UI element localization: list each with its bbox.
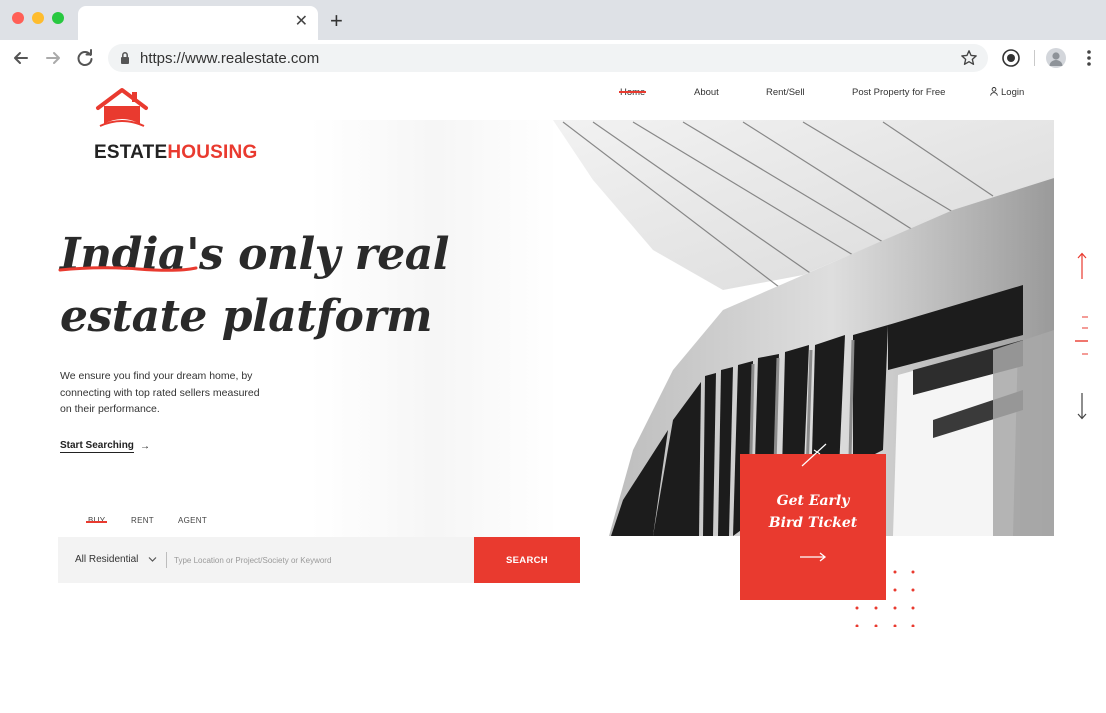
tab-rent[interactable]: RENT bbox=[131, 516, 154, 525]
close-icon[interactable]: ✕ bbox=[295, 14, 308, 30]
arrow-right-icon[interactable]: → bbox=[140, 441, 150, 452]
ticket-line1: Get Early bbox=[776, 493, 850, 509]
decorative-line-icon bbox=[801, 443, 827, 467]
avatar[interactable] bbox=[1046, 48, 1066, 68]
tab-agent[interactable]: AGENT bbox=[178, 516, 207, 525]
category-select-value: All Residential bbox=[75, 554, 139, 565]
browser-tab[interactable]: ✕ bbox=[78, 6, 318, 40]
reload-icon[interactable] bbox=[74, 47, 96, 69]
search-button[interactable]: SEARCH bbox=[474, 537, 580, 583]
logo-wordmark: ESTATEHOUSING bbox=[94, 142, 257, 164]
star-icon[interactable] bbox=[960, 49, 978, 67]
nav-login-label: Login bbox=[1001, 87, 1025, 98]
menu-icon[interactable] bbox=[1080, 48, 1098, 68]
url-text[interactable]: https://www.realestate.com bbox=[140, 50, 319, 67]
hero-headline: India's only real estate platform bbox=[58, 224, 480, 348]
landing-page: ESTATEHOUSING Home About Rent/Sell Post … bbox=[0, 76, 1106, 713]
address-bar[interactable]: https://www.realestate.com bbox=[108, 44, 988, 72]
browser-toolbar: https://www.realestate.com bbox=[0, 40, 1106, 76]
forward-icon[interactable] bbox=[42, 47, 64, 69]
hero-line1-rest: only real bbox=[223, 229, 449, 280]
property-search-bar: All Residential SEARCH bbox=[58, 537, 580, 583]
hero-headline-line2: estate platform bbox=[60, 291, 433, 342]
plus-icon[interactable]: + bbox=[330, 10, 343, 32]
user-icon bbox=[1049, 52, 1063, 66]
window-maximize-dot[interactable] bbox=[52, 12, 64, 24]
start-searching-link[interactable]: Start Searching bbox=[60, 440, 134, 453]
ticket-title: Get Early Bird Ticket bbox=[740, 490, 886, 534]
tab-buy[interactable]: BUY bbox=[85, 516, 108, 525]
window-close-dot[interactable] bbox=[12, 12, 24, 24]
nav-rent-sell[interactable]: Rent/Sell bbox=[766, 87, 805, 98]
hero-headline-line1: India's only real bbox=[58, 224, 480, 286]
arrow-down-icon[interactable] bbox=[1077, 392, 1087, 420]
ticket-line2: Bird Ticket bbox=[768, 515, 858, 531]
logo-text-estate: ESTATE bbox=[94, 142, 168, 163]
nav-home[interactable]: Home bbox=[620, 87, 645, 98]
highlighted-word: India's bbox=[58, 229, 224, 280]
toolbar-divider bbox=[1034, 50, 1035, 66]
search-input[interactable] bbox=[174, 550, 464, 570]
nav-home-label: Home bbox=[620, 87, 646, 98]
red-underline-scribble bbox=[58, 266, 198, 272]
slide-pagination[interactable] bbox=[1074, 314, 1090, 360]
dot-pattern-decoration bbox=[855, 570, 915, 627]
nav-about[interactable]: About bbox=[694, 87, 719, 98]
site-logo[interactable]: ESTATEHOUSING bbox=[94, 84, 264, 163]
lock-icon bbox=[121, 52, 129, 64]
nav-login[interactable]: Login bbox=[990, 87, 1024, 98]
arrow-right-icon[interactable] bbox=[799, 552, 827, 562]
house-logo-icon bbox=[96, 88, 148, 127]
category-select[interactable]: All Residential bbox=[58, 537, 166, 583]
back-icon[interactable] bbox=[10, 47, 32, 69]
search-divider bbox=[166, 552, 167, 568]
hero-description: We ensure you find your dream home, by c… bbox=[60, 370, 260, 415]
logo-text-housing: HOUSING bbox=[167, 142, 258, 163]
extension-icon[interactable] bbox=[1001, 48, 1021, 68]
window-minimize-dot[interactable] bbox=[32, 12, 44, 24]
arrow-up-icon[interactable] bbox=[1077, 252, 1087, 280]
nav-post-property[interactable]: Post Property for Free bbox=[852, 87, 945, 98]
user-icon bbox=[990, 87, 998, 96]
browser-tab-bar: ✕ + bbox=[0, 0, 1106, 40]
chevron-down-icon bbox=[148, 557, 157, 562]
